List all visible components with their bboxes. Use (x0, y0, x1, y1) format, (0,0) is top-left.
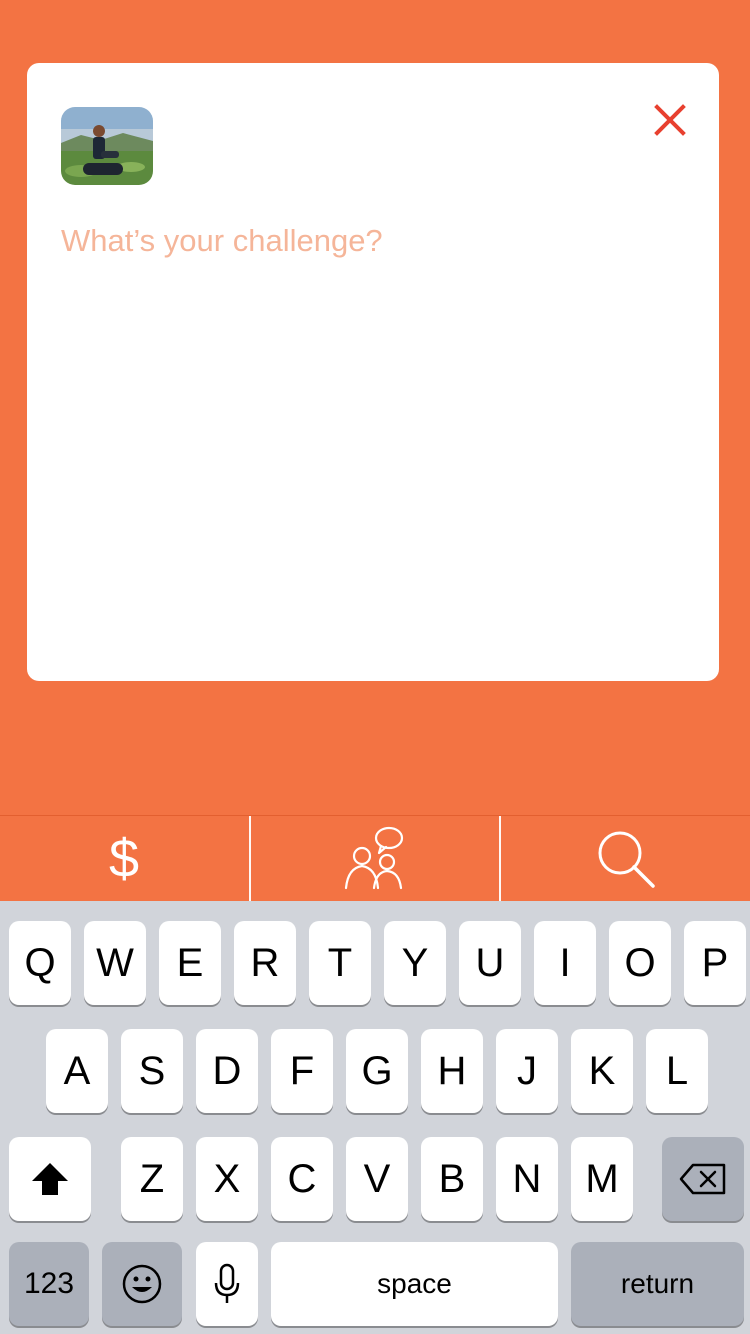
emoji-icon (122, 1264, 162, 1304)
challenge-input[interactable] (61, 223, 681, 643)
community-button[interactable] (251, 816, 500, 902)
money-button[interactable]: $ (0, 816, 249, 902)
key-h[interactable]: H (421, 1029, 483, 1113)
key-m[interactable]: M (571, 1137, 633, 1221)
key-g[interactable]: G (346, 1029, 408, 1113)
key-e[interactable]: E (159, 921, 221, 1005)
search-button[interactable] (501, 816, 750, 902)
key-l[interactable]: L (646, 1029, 708, 1113)
keyboard: Q W E R T Y U I O P A S D F G H J K L Z … (0, 901, 750, 1334)
key-u[interactable]: U (459, 921, 521, 1005)
avatar (61, 107, 153, 185)
key-y[interactable]: Y (384, 921, 446, 1005)
key-j[interactable]: J (496, 1029, 558, 1113)
key-s[interactable]: S (121, 1029, 183, 1113)
key-c[interactable]: C (271, 1137, 333, 1221)
key-i[interactable]: I (534, 921, 596, 1005)
space-key[interactable]: space (271, 1242, 558, 1326)
dictation-key[interactable] (196, 1242, 258, 1326)
numbers-key[interactable]: 123 (9, 1242, 89, 1326)
key-a[interactable]: A (46, 1029, 108, 1113)
key-t[interactable]: T (309, 921, 371, 1005)
compose-card (27, 63, 719, 681)
shift-key[interactable] (9, 1137, 91, 1221)
key-b[interactable]: B (421, 1137, 483, 1221)
key-q[interactable]: Q (9, 921, 71, 1005)
svg-text:$: $ (109, 831, 139, 887)
emoji-key[interactable] (102, 1242, 182, 1326)
key-x[interactable]: X (196, 1137, 258, 1221)
key-k[interactable]: K (571, 1029, 633, 1113)
key-p[interactable]: P (684, 921, 746, 1005)
key-f[interactable]: F (271, 1029, 333, 1113)
key-d[interactable]: D (196, 1029, 258, 1113)
toolbar-divider (248, 816, 251, 902)
delete-key[interactable] (662, 1137, 744, 1221)
microphone-icon (214, 1263, 240, 1303)
dollar-icon: $ (109, 831, 139, 887)
shift-arrow-icon (32, 1163, 68, 1195)
action-toolbar: $ (0, 815, 750, 902)
return-key[interactable]: return (571, 1242, 744, 1326)
key-o[interactable]: O (609, 921, 671, 1005)
toolbar-divider (499, 816, 502, 902)
key-z[interactable]: Z (121, 1137, 183, 1221)
key-r[interactable]: R (234, 921, 296, 1005)
people-chat-icon (344, 826, 404, 890)
search-icon (598, 831, 655, 888)
close-button[interactable] (651, 101, 691, 141)
backspace-icon (679, 1163, 726, 1195)
close-icon (654, 104, 686, 136)
key-n[interactable]: N (496, 1137, 558, 1221)
key-v[interactable]: V (346, 1137, 408, 1221)
key-w[interactable]: W (84, 921, 146, 1005)
